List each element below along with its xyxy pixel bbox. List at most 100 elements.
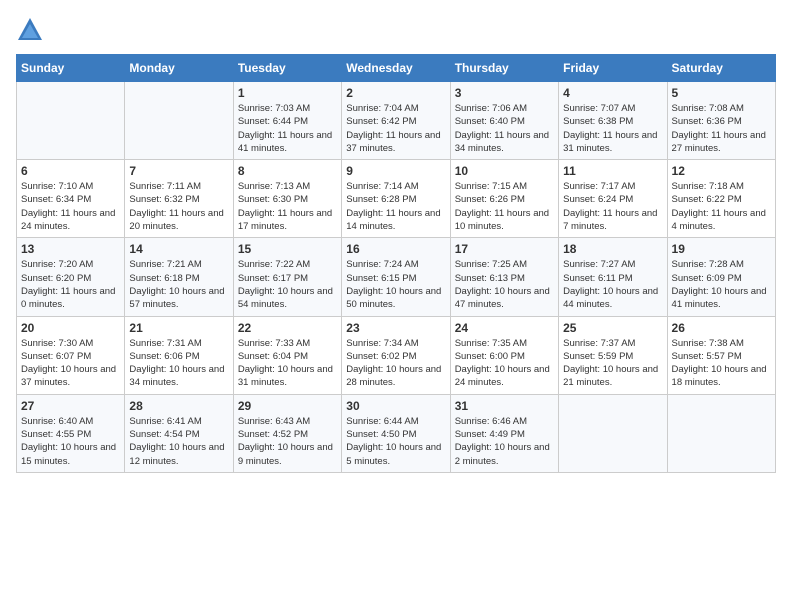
logo-icon (16, 16, 44, 44)
page-header (16, 16, 776, 44)
day-info: Sunrise: 7:25 AM Sunset: 6:13 PM Dayligh… (455, 258, 554, 311)
day-header-monday: Monday (125, 55, 233, 82)
day-number: 12 (672, 164, 771, 178)
day-number: 6 (21, 164, 120, 178)
calendar-cell: 16 Sunrise: 7:24 AM Sunset: 6:15 PM Dayli… (342, 238, 450, 316)
calendar-cell: 11 Sunrise: 7:17 AM Sunset: 6:24 PM Dayli… (559, 160, 667, 238)
day-number: 14 (129, 242, 228, 256)
day-info: Sunrise: 7:03 AM Sunset: 6:44 PM Dayligh… (238, 102, 337, 155)
calendar-cell (559, 394, 667, 472)
day-info: Sunrise: 7:11 AM Sunset: 6:32 PM Dayligh… (129, 180, 228, 233)
calendar-cell (125, 82, 233, 160)
calendar-cell: 25 Sunrise: 7:37 AM Sunset: 5:59 PM Dayli… (559, 316, 667, 394)
day-number: 30 (346, 399, 445, 413)
day-number: 13 (21, 242, 120, 256)
day-number: 10 (455, 164, 554, 178)
day-number: 11 (563, 164, 662, 178)
calendar-cell: 31 Sunrise: 6:46 AM Sunset: 4:49 PM Dayli… (450, 394, 558, 472)
day-number: 19 (672, 242, 771, 256)
calendar-cell: 5 Sunrise: 7:08 AM Sunset: 6:36 PM Daylig… (667, 82, 775, 160)
day-info: Sunrise: 7:38 AM Sunset: 5:57 PM Dayligh… (672, 337, 771, 390)
calendar-cell: 10 Sunrise: 7:15 AM Sunset: 6:26 PM Dayli… (450, 160, 558, 238)
day-header-thursday: Thursday (450, 55, 558, 82)
calendar-cell: 12 Sunrise: 7:18 AM Sunset: 6:22 PM Dayli… (667, 160, 775, 238)
calendar-header-row: SundayMondayTuesdayWednesdayThursdayFrid… (17, 55, 776, 82)
day-info: Sunrise: 7:31 AM Sunset: 6:06 PM Dayligh… (129, 337, 228, 390)
calendar-cell: 3 Sunrise: 7:06 AM Sunset: 6:40 PM Daylig… (450, 82, 558, 160)
day-info: Sunrise: 7:34 AM Sunset: 6:02 PM Dayligh… (346, 337, 445, 390)
day-number: 18 (563, 242, 662, 256)
calendar-cell (667, 394, 775, 472)
logo (16, 16, 48, 44)
day-number: 4 (563, 86, 662, 100)
day-number: 2 (346, 86, 445, 100)
day-number: 29 (238, 399, 337, 413)
day-info: Sunrise: 6:46 AM Sunset: 4:49 PM Dayligh… (455, 415, 554, 468)
day-number: 16 (346, 242, 445, 256)
day-number: 3 (455, 86, 554, 100)
day-info: Sunrise: 7:24 AM Sunset: 6:15 PM Dayligh… (346, 258, 445, 311)
calendar-cell: 24Sunrise: 7:35 AM Sunset: 6:00 PM Dayli… (450, 316, 558, 394)
day-info: Sunrise: 7:33 AM Sunset: 6:04 PM Dayligh… (238, 337, 337, 390)
calendar-cell: 30 Sunrise: 6:44 AM Sunset: 4:50 PM Dayli… (342, 394, 450, 472)
day-number: 27 (21, 399, 120, 413)
day-number: 1 (238, 86, 337, 100)
calendar-cell: 20Sunrise: 7:30 AM Sunset: 6:07 PM Dayli… (17, 316, 125, 394)
calendar-cell: 23 Sunrise: 7:34 AM Sunset: 6:02 PM Dayli… (342, 316, 450, 394)
calendar-week-2: 6 Sunrise: 7:10 AM Sunset: 6:34 PM Daylig… (17, 160, 776, 238)
day-number: 26 (672, 321, 771, 335)
calendar-cell (17, 82, 125, 160)
calendar-cell: 21Sunrise: 7:31 AM Sunset: 6:06 PM Dayli… (125, 316, 233, 394)
day-number: 23 (346, 321, 445, 335)
calendar-week-4: 20Sunrise: 7:30 AM Sunset: 6:07 PM Dayli… (17, 316, 776, 394)
day-info: Sunrise: 7:06 AM Sunset: 6:40 PM Dayligh… (455, 102, 554, 155)
calendar-cell: 18 Sunrise: 7:27 AM Sunset: 6:11 PM Dayli… (559, 238, 667, 316)
day-number: 25 (563, 321, 662, 335)
calendar-cell: 29 Sunrise: 6:43 AM Sunset: 4:52 PM Dayli… (233, 394, 341, 472)
day-number: 31 (455, 399, 554, 413)
day-number: 9 (346, 164, 445, 178)
day-info: Sunrise: 7:21 AM Sunset: 6:18 PM Dayligh… (129, 258, 228, 311)
day-number: 8 (238, 164, 337, 178)
day-number: 15 (238, 242, 337, 256)
day-info: Sunrise: 7:08 AM Sunset: 6:36 PM Dayligh… (672, 102, 771, 155)
calendar-cell: 1 Sunrise: 7:03 AM Sunset: 6:44 PM Daylig… (233, 82, 341, 160)
calendar-cell: 17 Sunrise: 7:25 AM Sunset: 6:13 PM Dayli… (450, 238, 558, 316)
day-info: Sunrise: 7:37 AM Sunset: 5:59 PM Dayligh… (563, 337, 662, 390)
calendar-table: SundayMondayTuesdayWednesdayThursdayFrid… (16, 54, 776, 473)
calendar-cell: 19 Sunrise: 7:28 AM Sunset: 6:09 PM Dayli… (667, 238, 775, 316)
calendar-week-5: 27 Sunrise: 6:40 AM Sunset: 4:55 PM Dayli… (17, 394, 776, 472)
calendar-cell: 4 Sunrise: 7:07 AM Sunset: 6:38 PM Daylig… (559, 82, 667, 160)
day-number: 22 (238, 321, 337, 335)
calendar-cell: 15Sunrise: 7:22 AM Sunset: 6:17 PM Dayli… (233, 238, 341, 316)
calendar-cell: 22 Sunrise: 7:33 AM Sunset: 6:04 PM Dayli… (233, 316, 341, 394)
day-info: Sunrise: 7:10 AM Sunset: 6:34 PM Dayligh… (21, 180, 120, 233)
calendar-cell: 6 Sunrise: 7:10 AM Sunset: 6:34 PM Daylig… (17, 160, 125, 238)
day-info: Sunrise: 7:28 AM Sunset: 6:09 PM Dayligh… (672, 258, 771, 311)
day-number: 7 (129, 164, 228, 178)
calendar-cell: 2 Sunrise: 7:04 AM Sunset: 6:42 PM Daylig… (342, 82, 450, 160)
day-info: Sunrise: 7:13 AM Sunset: 6:30 PM Dayligh… (238, 180, 337, 233)
day-number: 20 (21, 321, 120, 335)
day-info: Sunrise: 7:14 AM Sunset: 6:28 PM Dayligh… (346, 180, 445, 233)
day-header-tuesday: Tuesday (233, 55, 341, 82)
day-info: Sunrise: 6:44 AM Sunset: 4:50 PM Dayligh… (346, 415, 445, 468)
calendar-cell: 27 Sunrise: 6:40 AM Sunset: 4:55 PM Dayli… (17, 394, 125, 472)
day-number: 5 (672, 86, 771, 100)
day-info: Sunrise: 6:43 AM Sunset: 4:52 PM Dayligh… (238, 415, 337, 468)
day-header-friday: Friday (559, 55, 667, 82)
day-info: Sunrise: 7:04 AM Sunset: 6:42 PM Dayligh… (346, 102, 445, 155)
day-number: 24 (455, 321, 554, 335)
day-number: 17 (455, 242, 554, 256)
day-info: Sunrise: 6:41 AM Sunset: 4:54 PM Dayligh… (129, 415, 228, 468)
calendar-cell: 7 Sunrise: 7:11 AM Sunset: 6:32 PM Daylig… (125, 160, 233, 238)
day-info: Sunrise: 7:07 AM Sunset: 6:38 PM Dayligh… (563, 102, 662, 155)
calendar-cell: 28Sunrise: 6:41 AM Sunset: 4:54 PM Dayli… (125, 394, 233, 472)
day-info: Sunrise: 7:18 AM Sunset: 6:22 PM Dayligh… (672, 180, 771, 233)
day-info: Sunrise: 7:15 AM Sunset: 6:26 PM Dayligh… (455, 180, 554, 233)
calendar-week-3: 13Sunrise: 7:20 AM Sunset: 6:20 PM Dayli… (17, 238, 776, 316)
day-info: Sunrise: 7:17 AM Sunset: 6:24 PM Dayligh… (563, 180, 662, 233)
day-header-sunday: Sunday (17, 55, 125, 82)
day-info: Sunrise: 6:40 AM Sunset: 4:55 PM Dayligh… (21, 415, 120, 468)
day-info: Sunrise: 7:27 AM Sunset: 6:11 PM Dayligh… (563, 258, 662, 311)
